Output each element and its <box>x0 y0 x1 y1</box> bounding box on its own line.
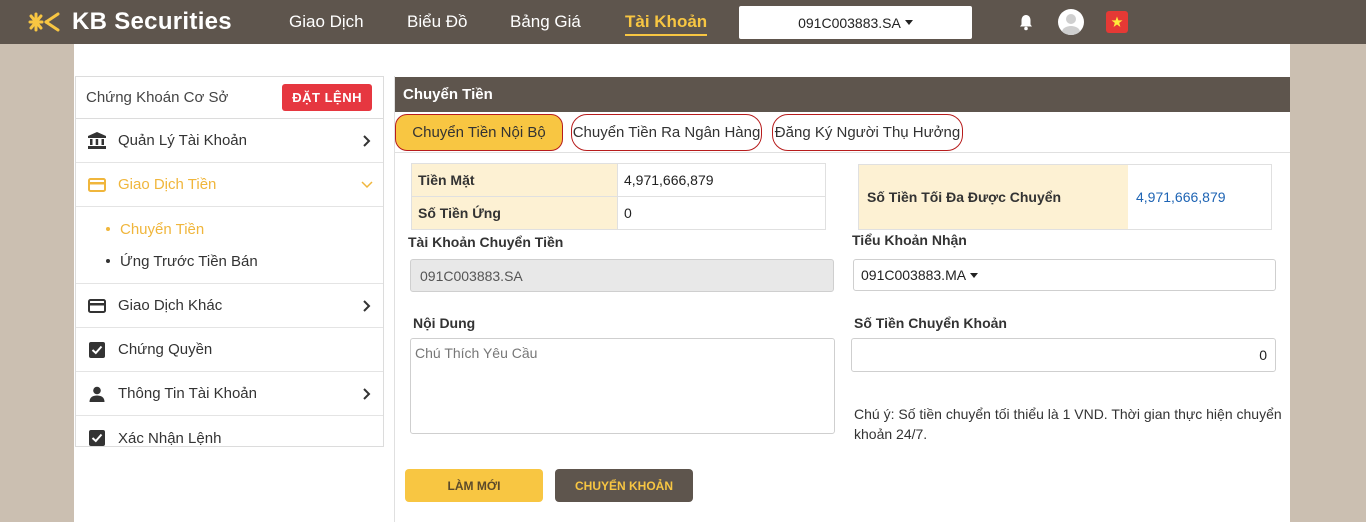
max-transfer-box: Số Tiền Tối Đa Được Chuyển 4,971,666,879 <box>858 164 1272 230</box>
caret-down-icon <box>970 272 979 278</box>
kb-logo[interactable]: KB Securities <box>28 8 232 36</box>
sidebar-item-warrants[interactable]: Chứng Quyền <box>76 328 383 372</box>
chevron-right-icon <box>359 298 375 314</box>
chevron-right-icon <box>359 133 375 149</box>
checkbox-icon <box>88 429 106 447</box>
max-transfer-label: Số Tiền Tối Đa Được Chuyển <box>859 165 1128 229</box>
user-avatar-icon[interactable] <box>1058 9 1084 35</box>
transfer-tabs: Chuyển Tiền Nội Bộ Chuyển Tiền Ra Ngân H… <box>395 112 1290 153</box>
bullet-icon <box>106 227 110 231</box>
sidebar-item-account-info[interactable]: Thông Tin Tài Khoản <box>76 372 383 416</box>
to-account-label: Tiểu Khoản Nhận <box>852 232 967 248</box>
from-account-label: Tài Khoản Chuyển Tiền <box>408 234 564 250</box>
sidebar-item-cash-transactions[interactable]: Giao Dịch Tiền <box>76 163 383 207</box>
advance-label: Số Tiền Ứng <box>411 196 618 230</box>
page-margin-left <box>0 44 74 522</box>
transfer-note: Chú ý: Số tiền chuyển tối thiểu là 1 VND… <box>854 406 1282 442</box>
content-textarea[interactable]: Chú Thích Yêu Cầu <box>410 338 835 434</box>
submenu-item-label: Chuyển Tiền <box>120 220 205 238</box>
bank-icon <box>88 132 106 150</box>
cash-value: 4,971,666,879 <box>617 163 826 197</box>
sidebar-header: Chứng Khoán Cơ Sở ĐẶT LỆNH <box>76 77 383 119</box>
sidebar-item-order-confirmation[interactable]: Xác Nhận Lệnh <box>76 416 383 460</box>
chevron-down-icon <box>359 177 375 193</box>
kb-star-icon <box>28 12 60 32</box>
card-icon <box>88 297 106 315</box>
page-margin-right <box>1290 44 1366 522</box>
submenu-item-advance-sale[interactable]: Ứng Trước Tiền Bán <box>106 245 383 277</box>
sidebar-item-label: Giao Dịch Khác <box>118 297 223 314</box>
reset-button[interactable]: LÀM MỚI <box>405 469 543 502</box>
sidebar-item-label: Chứng Quyền <box>118 341 213 358</box>
content-label: Nội Dung <box>413 315 476 331</box>
tab-bank-transfer[interactable]: Chuyển Tiền Ra Ngân Hàng <box>571 114 762 151</box>
sidebar-item-label: Xác Nhận Lệnh <box>118 429 222 447</box>
nav-giao-dich[interactable]: Giao Dịch <box>289 12 364 32</box>
top-navbar: KB Securities Giao Dịch Biểu Đồ Bảng Giá… <box>0 0 1366 44</box>
panel-title: Chuyển Tiền <box>395 77 1290 112</box>
person-icon <box>88 385 106 403</box>
card-icon <box>88 176 106 194</box>
account-selector-value: 091C003883.SA <box>798 14 901 31</box>
chevron-right-icon <box>359 386 375 402</box>
cash-transactions-submenu: Chuyển Tiền Ứng Trước Tiền Bán <box>76 207 383 284</box>
brand-name: KB Securities <box>72 8 232 35</box>
transfer-button[interactable]: CHUYỂN KHOẢN <box>555 469 693 502</box>
nav-bang-gia[interactable]: Bảng Giá <box>510 12 581 32</box>
max-transfer-value: 4,971,666,879 <box>1136 189 1226 205</box>
nav-tai-khoan[interactable]: Tài Khoản <box>625 12 708 36</box>
advance-value: 0 <box>617 196 826 230</box>
sidebar-item-account-management[interactable]: Quản Lý Tài Khoản <box>76 119 383 163</box>
checkbox-icon <box>88 341 106 359</box>
sidebar-item-other-transactions[interactable]: Giao Dịch Khác <box>76 284 383 328</box>
bullet-icon <box>106 259 110 263</box>
table-row: Số Tiền Ứng 0 <box>411 196 826 230</box>
sidebar-item-label: Quản Lý Tài Khoản <box>118 132 247 149</box>
place-order-button[interactable]: ĐẶT LỆNH <box>282 84 372 111</box>
submenu-item-transfer[interactable]: Chuyển Tiền <box>106 213 383 245</box>
tab-register-beneficiary[interactable]: Đăng Ký Người Thụ Hưởng <box>772 114 963 151</box>
sidebar-item-label: Giao Dịch Tiền <box>118 176 217 193</box>
submenu-item-label: Ứng Trước Tiền Bán <box>120 252 258 270</box>
transfer-panel: Chuyển Tiền Chuyển Tiền Nội Bộ Chuyển Ti… <box>395 77 1290 522</box>
sidebar-title: Chứng Khoán Cơ Sở <box>86 89 229 106</box>
nav-bieu-do[interactable]: Biểu Đồ <box>407 12 467 32</box>
vietnam-flag-icon[interactable] <box>1106 11 1128 33</box>
to-account-value: 091C003883.MA <box>861 267 967 283</box>
amount-input[interactable]: 0 <box>851 338 1276 372</box>
sidebar: Chứng Khoán Cơ Sở ĐẶT LỆNH Quản Lý Tài K… <box>75 76 384 447</box>
balance-table: Tiền Mặt 4,971,666,879 Số Tiền Ứng 0 <box>411 163 826 230</box>
account-selector[interactable]: 091C003883.SA <box>739 6 972 39</box>
table-row: Tiền Mặt 4,971,666,879 <box>411 163 826 197</box>
from-account-field: 091C003883.SA <box>410 259 834 292</box>
cash-label: Tiền Mặt <box>411 163 618 197</box>
to-account-select[interactable]: 091C003883.MA <box>853 259 1276 291</box>
bell-icon[interactable] <box>1018 14 1034 36</box>
sidebar-item-label: Thông Tin Tài Khoản <box>118 385 257 402</box>
tab-internal-transfer[interactable]: Chuyển Tiền Nội Bộ <box>395 114 563 151</box>
amount-label: Số Tiền Chuyển Khoản <box>854 315 1007 331</box>
caret-down-icon <box>904 20 913 25</box>
